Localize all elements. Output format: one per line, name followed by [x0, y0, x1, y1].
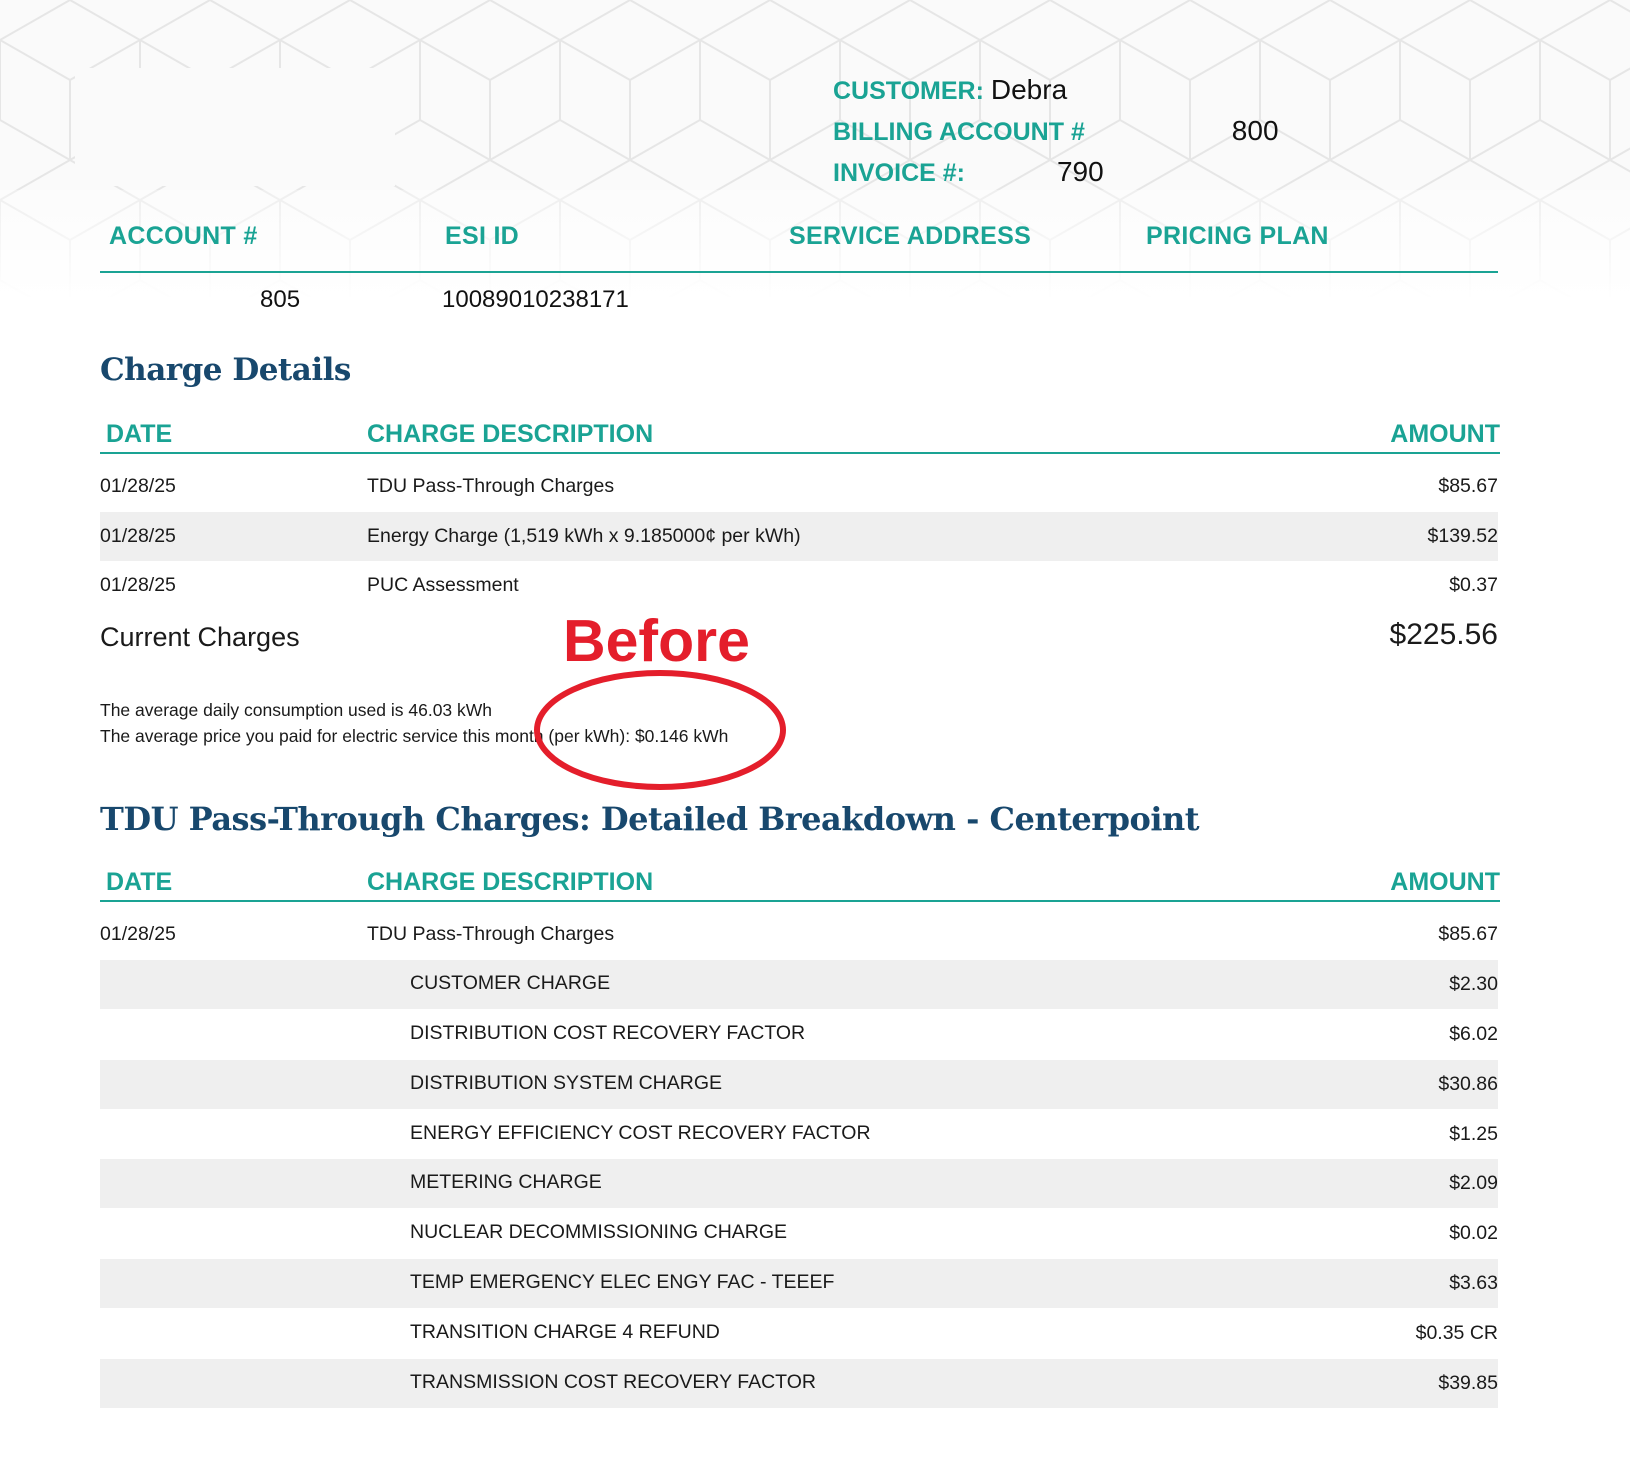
- customer-info-block: CUSTOMER: Debra BILLING ACCOUNT # 800 IN…: [833, 70, 1279, 193]
- row-date: 01/28/25: [100, 923, 176, 945]
- billing-account-line: BILLING ACCOUNT # 800: [833, 111, 1279, 152]
- row-amount: $0.35 CR: [1415, 1322, 1498, 1344]
- row-date: 01/28/25: [100, 475, 176, 497]
- esi-id-header: ESI ID: [445, 222, 520, 250]
- row-amount: $2.30: [1449, 973, 1498, 995]
- billing-account-value: 800: [1231, 115, 1279, 146]
- row-description: PUC Assessment: [367, 574, 519, 596]
- table-row: CUSTOMER CHARGE $2.30: [100, 960, 1498, 1009]
- charge-description-header: CHARGE DESCRIPTION: [367, 420, 654, 448]
- row-description: METERING CHARGE: [410, 1171, 602, 1193]
- row-description: DISTRIBUTION SYSTEM CHARGE: [410, 1072, 723, 1094]
- row-amount: $3.63: [1449, 1272, 1498, 1294]
- table-row: TEMP EMERGENCY ELEC ENGY FAC - TEEEF $3.…: [100, 1259, 1498, 1308]
- billing-account-label: BILLING ACCOUNT #: [833, 118, 1085, 146]
- row-description: TEMP EMERGENCY ELEC ENGY FAC - TEEEF: [410, 1271, 835, 1293]
- invoice-label: INVOICE #:: [833, 159, 965, 187]
- table-row: TRANSMISSION COST RECOVERY FACTOR $39.85: [100, 1359, 1498, 1408]
- row-amount: $39.85: [1438, 1372, 1498, 1394]
- row-description: ENERGY EFFICIENCY COST RECOVERY FACTOR: [410, 1122, 871, 1144]
- annotation-circle: [534, 670, 786, 790]
- row-date: 01/28/25: [100, 525, 176, 547]
- table-row: METERING CHARGE $2.09: [100, 1159, 1498, 1208]
- row-amount: $2.09: [1449, 1172, 1498, 1194]
- row-amount: $85.67: [1438, 475, 1498, 497]
- row-description: CUSTOMER CHARGE: [410, 972, 611, 994]
- tdu-amount-header: AMOUNT: [1390, 868, 1500, 896]
- table-row: 01/28/25 TDU Pass-Through Charges $85.67: [100, 910, 1498, 959]
- table-row: 01/28/25 PUC Assessment $0.37: [100, 561, 1498, 610]
- row-description: Energy Charge (1,519 kWh x 9.185000¢ per…: [367, 525, 801, 547]
- account-table-rule: [100, 271, 1498, 273]
- row-description: TRANSMISSION COST RECOVERY FACTOR: [410, 1371, 816, 1393]
- invoice-value: 790: [1056, 156, 1104, 187]
- row-amount: $0.37: [1449, 574, 1498, 596]
- row-amount: $139.52: [1427, 525, 1499, 547]
- row-amount: $6.02: [1449, 1023, 1498, 1045]
- row-description: TDU Pass-Through Charges: [367, 923, 615, 945]
- table-row: TRANSITION CHARGE 4 REFUND $0.35 CR: [100, 1309, 1498, 1358]
- current-charges-label: Current Charges: [100, 622, 300, 652]
- service-address-header: SERVICE ADDRESS: [789, 222, 1032, 250]
- tdu-description-header: CHARGE DESCRIPTION: [367, 868, 654, 896]
- table-row: NUCLEAR DECOMMISSIONING CHARGE $0.02: [100, 1209, 1498, 1258]
- table-row: DISTRIBUTION COST RECOVERY FACTOR $6.02: [100, 1010, 1498, 1059]
- current-charges-amount: $225.56: [1389, 618, 1498, 651]
- row-description: DISTRIBUTION COST RECOVERY FACTOR: [410, 1022, 806, 1044]
- customer-line: CUSTOMER: Debra: [833, 70, 1279, 111]
- charge-date-header: DATE: [106, 420, 173, 448]
- row-amount: $1.25: [1449, 1123, 1498, 1145]
- average-daily-consumption-note: The average daily consumption used is 46…: [100, 700, 493, 720]
- row-date: 01/28/25: [100, 574, 176, 596]
- redacted-logo-area: [75, 68, 395, 186]
- tdu-table-rule: [100, 900, 1500, 902]
- table-row: DISTRIBUTION SYSTEM CHARGE $30.86: [100, 1060, 1498, 1109]
- tdu-breakdown-title: TDU Pass-Through Charges: Detailed Break…: [100, 800, 1200, 838]
- customer-label: CUSTOMER:: [833, 77, 984, 105]
- esi-id-value: 10089010238171: [442, 286, 629, 313]
- row-description: TDU Pass-Through Charges: [367, 475, 615, 497]
- table-row: 01/28/25 TDU Pass-Through Charges $85.67: [100, 462, 1498, 511]
- account-number-value: 805: [260, 286, 301, 313]
- account-number-header: ACCOUNT #: [109, 222, 258, 250]
- row-amount: $30.86: [1438, 1073, 1498, 1095]
- customer-value: Debra: [990, 74, 1068, 105]
- row-description: TRANSITION CHARGE 4 REFUND: [410, 1321, 720, 1343]
- pricing-plan-header: PRICING PLAN: [1146, 222, 1329, 250]
- charge-table-rule: [100, 452, 1500, 454]
- charge-details-title: Charge Details: [100, 352, 351, 388]
- invoice-line: INVOICE #: 790: [833, 152, 1279, 193]
- charge-amount-header: AMOUNT: [1390, 420, 1500, 448]
- table-row: ENERGY EFFICIENCY COST RECOVERY FACTOR $…: [100, 1110, 1498, 1159]
- tdu-date-header: DATE: [106, 868, 173, 896]
- row-amount: $85.67: [1438, 923, 1498, 945]
- row-amount: $0.02: [1449, 1222, 1498, 1244]
- row-description: NUCLEAR DECOMMISSIONING CHARGE: [410, 1221, 788, 1243]
- table-row: 01/28/25 Energy Charge (1,519 kWh x 9.18…: [100, 512, 1498, 561]
